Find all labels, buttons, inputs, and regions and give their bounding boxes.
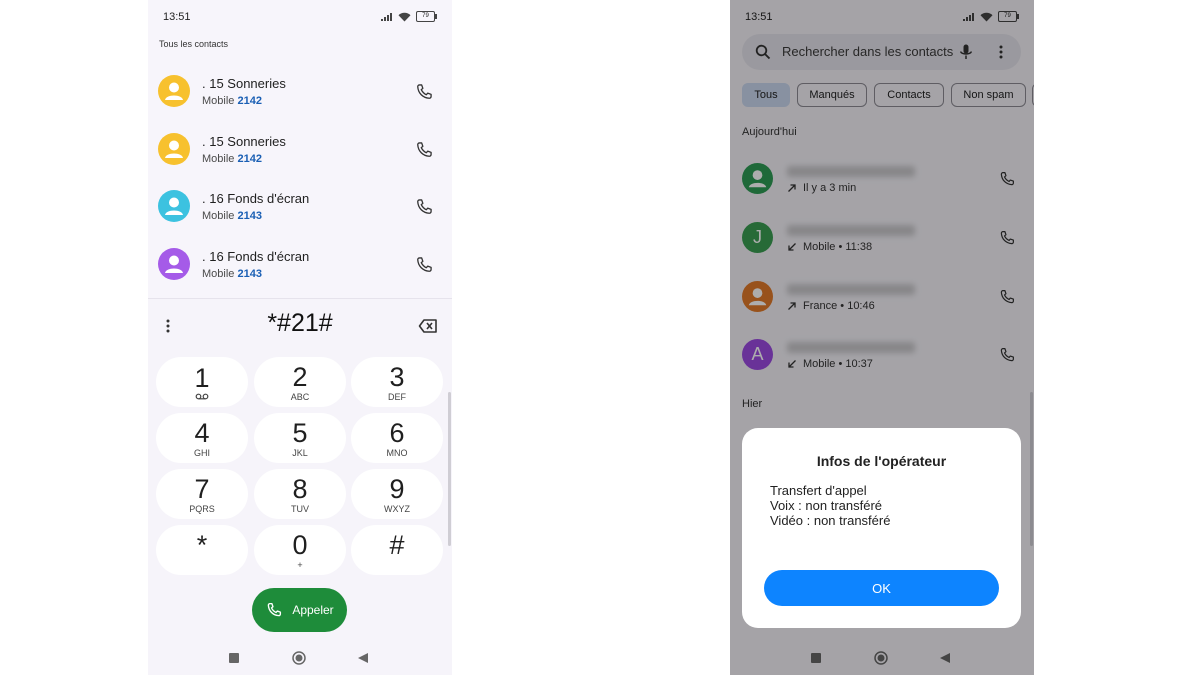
dial-key-8[interactable]: 8 TUV xyxy=(254,469,346,519)
all-contacts-label: Tous les contacts xyxy=(159,39,229,49)
contact-name: . 15 Sonneries xyxy=(202,134,286,149)
contact-name: . 15 Sonneries xyxy=(202,76,286,91)
key-letters: GHI xyxy=(193,447,210,458)
key-digit: 6 xyxy=(389,417,405,448)
phone-icon[interactable] xyxy=(414,82,434,102)
avatar xyxy=(158,75,190,107)
dial-key-3[interactable]: 3 DEF xyxy=(351,357,443,407)
key-digit: 2 xyxy=(292,361,308,392)
phone-icon[interactable] xyxy=(414,255,434,275)
person-icon xyxy=(165,197,183,215)
contact-number: Mobile 2142 xyxy=(202,95,262,107)
contact-row[interactable]: . 15 Sonneries Mobile 2142 xyxy=(148,122,452,180)
number-type: Mobile xyxy=(202,95,235,107)
ok-button[interactable]: OK xyxy=(764,570,999,606)
back-icon[interactable] xyxy=(357,652,369,664)
dialog-line: Voix : non transféré xyxy=(770,498,883,513)
key-digit: * xyxy=(196,529,208,560)
dialed-number: *#21# xyxy=(267,309,333,337)
phone-icon[interactable] xyxy=(414,140,434,160)
dial-key-star[interactable]: * xyxy=(156,525,248,575)
number-match: 2143 xyxy=(237,268,262,280)
contact-number: Mobile 2143 xyxy=(202,268,262,280)
backspace-icon[interactable] xyxy=(418,318,438,334)
contact-row[interactable]: . 16 Fonds d'écran Mobile 2143 xyxy=(148,237,452,295)
battery-icon: 79 xyxy=(416,11,437,22)
dialog-line: Transfert d'appel xyxy=(770,483,867,498)
recents-icon[interactable] xyxy=(229,653,239,663)
contact-number: Mobile 2143 xyxy=(202,210,262,222)
key-letters: ABC xyxy=(290,391,310,402)
contact-name: . 16 Fonds d'écran xyxy=(202,249,310,264)
key-digit: 1 xyxy=(194,362,210,393)
signal-icon xyxy=(381,13,392,21)
call-log-screen: 13:51 79 Rechercher dans les contacts To… xyxy=(730,0,1034,675)
contact-row[interactable]: . 16 Fonds d'écran Mobile 2143 xyxy=(148,179,452,237)
status-bar: 13:51 79 xyxy=(148,0,452,34)
key-digit: 8 xyxy=(292,473,308,504)
avatar xyxy=(158,133,190,165)
dial-key-hash[interactable]: # xyxy=(351,525,443,575)
dial-key-9[interactable]: 9 WXYZ xyxy=(351,469,443,519)
key-letters: + xyxy=(297,559,303,570)
contact-number: Mobile 2142 xyxy=(202,153,262,165)
status-icons: 79 xyxy=(381,11,437,22)
call-button[interactable]: Appeler xyxy=(252,588,347,632)
key-letters: TUV xyxy=(291,503,309,514)
navigation-bar xyxy=(148,641,452,675)
contact-row[interactable]: . 15 Sonneries Mobile 2142 xyxy=(148,64,452,122)
dial-key-7[interactable]: 7 PQRS xyxy=(156,469,248,519)
contact-name: . 16 Fonds d'écran xyxy=(202,191,310,206)
number-match: 2142 xyxy=(237,95,262,107)
number-match: 2143 xyxy=(237,210,262,222)
call-button-label: Appeler xyxy=(292,603,334,617)
operator-info-dialog: Infos de l'opérateur Transfert d'appel V… xyxy=(742,428,1021,628)
dial-key-1[interactable]: 1 xyxy=(156,357,248,407)
number-type: Mobile xyxy=(202,210,235,222)
dialog-message: Transfert d'appel Voix : non transféré V… xyxy=(770,483,890,528)
key-digit: 7 xyxy=(194,473,210,504)
voicemail-icon xyxy=(195,393,209,399)
scrollbar[interactable] xyxy=(448,392,451,546)
key-digit: # xyxy=(389,529,405,560)
dialog-title: Infos de l'opérateur xyxy=(816,453,947,469)
key-digit: 0 xyxy=(292,529,308,560)
divider xyxy=(148,298,452,299)
key-digit: 4 xyxy=(194,417,210,448)
key-digit: 3 xyxy=(389,361,405,392)
key-letters: WXYZ xyxy=(384,503,410,514)
key-letters: DEF xyxy=(388,391,406,402)
dial-key-2[interactable]: 2 ABC xyxy=(254,357,346,407)
avatar xyxy=(158,248,190,280)
person-icon xyxy=(165,82,183,100)
dialer-screen: 13:51 79 Tous les contacts . 15 Sonnerie… xyxy=(148,0,452,675)
more-vert-icon[interactable] xyxy=(163,318,173,334)
status-time: 13:51 xyxy=(163,11,191,23)
key-digit: 9 xyxy=(389,473,405,504)
key-letters: MNO xyxy=(386,447,408,458)
dial-key-0[interactable]: 0 + xyxy=(254,525,346,575)
dialog-line: Vidéo : non transféré xyxy=(770,513,891,528)
person-icon xyxy=(165,255,183,273)
person-icon xyxy=(165,140,183,158)
number-type: Mobile xyxy=(202,153,235,165)
key-letters: PQRS xyxy=(189,503,215,514)
key-letters: JKL xyxy=(292,447,308,458)
dial-key-6[interactable]: 6 MNO xyxy=(351,413,443,463)
phone-icon xyxy=(268,602,282,617)
key-digit: 5 xyxy=(292,417,308,448)
dial-key-4[interactable]: 4 GHI xyxy=(156,413,248,463)
avatar xyxy=(158,190,190,222)
dial-key-5[interactable]: 5 JKL xyxy=(254,413,346,463)
home-icon[interactable] xyxy=(292,651,306,665)
number-match: 2142 xyxy=(237,153,262,165)
number-type: Mobile xyxy=(202,268,235,280)
wifi-icon xyxy=(398,12,411,21)
phone-icon[interactable] xyxy=(414,197,434,217)
